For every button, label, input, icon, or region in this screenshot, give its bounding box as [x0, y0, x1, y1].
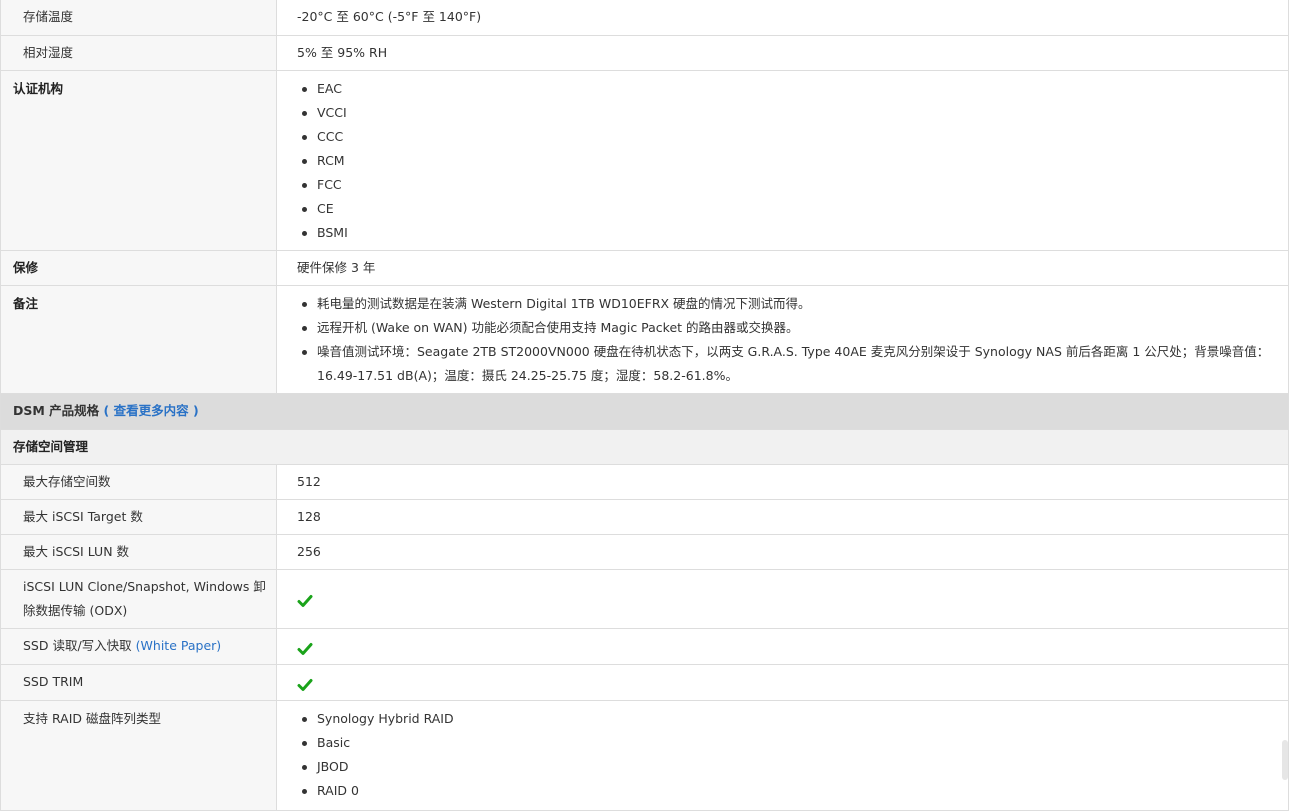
row-value [276, 628, 1289, 665]
raid-list: Synology Hybrid RAID Basic JBOD RAID 0 [297, 707, 1278, 803]
storage-management-header: 存储空间管理 [0, 429, 1289, 465]
spec-row-humidity: 相对湿度 5% 至 95% RH [0, 35, 1289, 71]
view-more-link[interactable]: ( 查看更多内容 ) [104, 403, 199, 418]
row-label: 备注 [0, 285, 277, 394]
list-item: FCC [302, 173, 1278, 197]
row-value: 128 [276, 499, 1289, 535]
check-icon [297, 595, 313, 607]
white-paper-link[interactable]: (White Paper) [136, 638, 221, 653]
list-item: RCM [302, 149, 1278, 173]
list-item: Synology Hybrid RAID [302, 707, 1278, 731]
spec-row-raid-types: 支持 RAID 磁盘阵列类型 Synology Hybrid RAID Basi… [0, 700, 1289, 811]
row-label: 支持 RAID 磁盘阵列类型 [0, 700, 277, 811]
certification-list: EAC VCCI CCC RCM FCC CE BSMI [297, 77, 1278, 245]
spec-row-ssd-trim: SSD TRIM [0, 664, 1289, 701]
ssd-cache-label: SSD 读取/写入快取 [23, 637, 132, 653]
spec-row-certification: 认证机构 EAC VCCI CCC RCM FCC CE BSMI [0, 70, 1289, 251]
spec-row-max-iscsi-target: 最大 iSCSI Target 数 128 [0, 499, 1289, 535]
row-label: 存储温度 [0, 0, 277, 36]
list-item: BSMI [302, 221, 1278, 245]
spec-row-warranty: 保修 硬件保修 3 年 [0, 250, 1289, 286]
row-value: 硬件保修 3 年 [276, 250, 1289, 286]
row-value [276, 569, 1289, 629]
spec-row-max-iscsi-lun: 最大 iSCSI LUN 数 256 [0, 534, 1289, 570]
row-label: 最大存储空间数 [0, 464, 277, 500]
row-value: 256 [276, 534, 1289, 570]
row-value: Synology Hybrid RAID Basic JBOD RAID 0 [276, 700, 1289, 811]
spec-row-notes: 备注 耗电量的测试数据是在装满 Western Digital 1TB WD10… [0, 285, 1289, 394]
row-value: 耗电量的测试数据是在装满 Western Digital 1TB WD10EFR… [276, 285, 1289, 394]
list-item: CCC [302, 125, 1278, 149]
list-item: RAID 0 [302, 779, 1278, 803]
row-value [276, 664, 1289, 701]
list-item: EAC [302, 77, 1278, 101]
list-item: 耗电量的测试数据是在装满 Western Digital 1TB WD10EFR… [302, 292, 1278, 316]
list-item: 噪音值测试环境：Seagate 2TB ST2000VN000 硬盘在待机状态下… [302, 340, 1278, 388]
dsm-section-header: DSM 产品规格 ( 查看更多内容 ) [0, 393, 1289, 430]
list-item: CE [302, 197, 1278, 221]
list-item: Basic [302, 731, 1278, 755]
list-item: 远程开机 (Wake on WAN) 功能必须配合使用支持 Magic Pack… [302, 316, 1278, 340]
list-item: VCCI [302, 101, 1278, 125]
row-value: EAC VCCI CCC RCM FCC CE BSMI [276, 70, 1289, 251]
subsection-title: 存储空间管理 [0, 429, 1289, 465]
check-icon [297, 678, 313, 691]
row-value: 512 [276, 464, 1289, 500]
section-title: DSM 产品规格 ( 查看更多内容 ) [0, 393, 1289, 430]
row-label: SSD TRIM [0, 664, 277, 701]
scrollbar-thumb[interactable] [1282, 740, 1288, 780]
row-label: iSCSI LUN Clone/Snapshot, Windows 卸除数据传输… [0, 569, 277, 629]
section-title-text: DSM 产品规格 [13, 402, 100, 418]
row-value: -20°C 至 60°C (-5°F 至 140°F) [276, 0, 1289, 36]
row-label: 相对湿度 [0, 35, 277, 71]
row-label: 最大 iSCSI Target 数 [0, 499, 277, 535]
row-label: 保修 [0, 250, 277, 286]
spec-row-max-volumes: 最大存储空间数 512 [0, 464, 1289, 500]
row-label: SSD 读取/写入快取 (White Paper) [0, 628, 277, 665]
list-item: JBOD [302, 755, 1278, 779]
spec-row-ssd-cache: SSD 读取/写入快取 (White Paper) [0, 628, 1289, 665]
spec-table: 存储温度 -20°C 至 60°C (-5°F 至 140°F) 相对湿度 5%… [0, 0, 1289, 811]
spec-row-odx: iSCSI LUN Clone/Snapshot, Windows 卸除数据传输… [0, 569, 1289, 629]
check-icon [297, 642, 313, 655]
row-label: 最大 iSCSI LUN 数 [0, 534, 277, 570]
notes-list: 耗电量的测试数据是在装满 Western Digital 1TB WD10EFR… [297, 292, 1278, 388]
row-value: 5% 至 95% RH [276, 35, 1289, 71]
row-label: 认证机构 [0, 70, 277, 251]
spec-row-storage-temp: 存储温度 -20°C 至 60°C (-5°F 至 140°F) [0, 0, 1289, 36]
